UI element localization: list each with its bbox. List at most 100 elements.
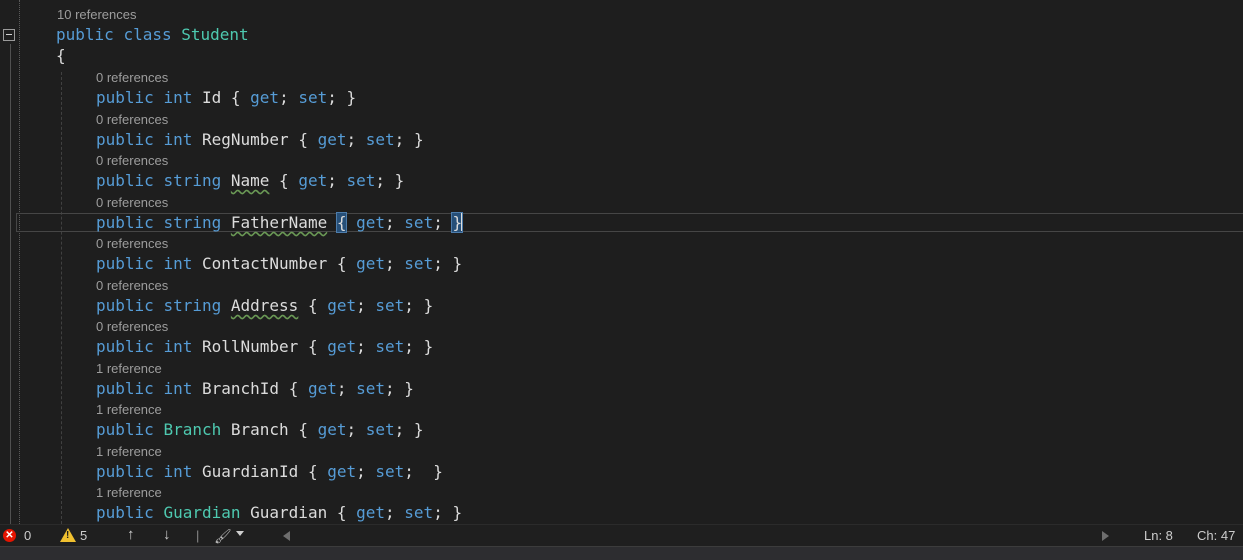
property-type: int <box>163 130 193 149</box>
property-name: Address <box>230 296 299 315</box>
line-indicator[interactable]: Ln: 8 <box>1144 528 1173 543</box>
property-declaration: public Guardian Guardian { get; set; } <box>96 503 462 523</box>
property-accessors: { get; set; } <box>298 130 424 149</box>
property-type: int <box>163 462 193 481</box>
get-accessor: get <box>250 88 280 107</box>
property-name: Guardian <box>250 503 328 522</box>
set-accessor: set <box>346 171 376 190</box>
keyword: class <box>123 25 172 44</box>
property-name: GuardianId <box>201 462 299 481</box>
text-caret <box>461 213 464 231</box>
property-accessors: { get; set; } <box>230 88 357 107</box>
access-modifier: public <box>96 213 154 232</box>
property-name: BranchId <box>201 379 280 398</box>
property-accessors: { get; set; } <box>307 462 443 481</box>
collapse-toggle-icon[interactable] <box>3 29 15 41</box>
property-declaration: public int BranchId { get; set; } <box>96 379 414 399</box>
property-accessors: { get; set; } <box>279 171 405 190</box>
get-accessor: get <box>327 337 357 356</box>
property-type: Guardian <box>163 503 241 522</box>
previous-issue-arrow-icon[interactable]: ↑ <box>127 526 135 543</box>
member-codelens[interactable]: 1 reference <box>96 444 162 459</box>
keyword: public <box>56 25 114 44</box>
access-modifier: public <box>96 379 154 398</box>
property-declaration: public int Id { get; set; } <box>96 88 356 108</box>
set-accessor: set <box>375 337 405 356</box>
code-editor[interactable]: 10 references public class Student { 0 r… <box>0 0 1243 524</box>
access-modifier: public <box>96 254 154 273</box>
warning-icon[interactable] <box>60 528 76 542</box>
member-codelens[interactable]: 0 references <box>96 236 168 251</box>
property-name: Id <box>201 88 222 107</box>
access-modifier: public <box>96 171 154 190</box>
char-indicator[interactable]: Ch: 47 <box>1197 528 1235 543</box>
access-modifier: public <box>96 130 154 149</box>
property-type: int <box>163 337 193 356</box>
property-name: RollNumber <box>201 337 299 356</box>
chevron-down-icon[interactable] <box>236 531 244 536</box>
code-cleanup-brush-icon[interactable]: 🖌 <box>214 528 232 545</box>
access-modifier: public <box>96 503 154 522</box>
member-codelens[interactable]: 1 reference <box>96 361 162 376</box>
selection-margin <box>19 0 20 524</box>
set-accessor: set <box>375 296 405 315</box>
member-codelens[interactable]: 0 references <box>96 70 168 85</box>
get-accessor: get <box>298 171 328 190</box>
property-declaration: public int GuardianId { get; set; } <box>96 462 443 482</box>
set-accessor: set <box>404 213 434 232</box>
property-name: ContactNumber <box>201 254 328 273</box>
property-accessors: { get; set; } <box>336 503 463 522</box>
property-declaration: public int ContactNumber { get; set; } <box>96 254 462 274</box>
property-accessors: { get; set; } <box>288 379 414 398</box>
get-accessor: get <box>356 213 386 232</box>
property-accessors: { get; set; } <box>307 296 434 315</box>
member-codelens[interactable]: 0 references <box>96 195 168 210</box>
class-declaration: public class Student <box>56 25 249 45</box>
property-type: int <box>163 88 193 107</box>
matched-brace: { <box>335 212 348 233</box>
member-codelens[interactable]: 0 references <box>96 319 168 334</box>
property-accessors: { get; set; } <box>336 254 463 273</box>
property-declaration: public string Name { get; set; } <box>96 171 404 191</box>
property-type: string <box>163 213 222 232</box>
property-declaration: public int RegNumber { get; set; } <box>96 130 424 150</box>
property-type: int <box>163 254 193 273</box>
property-type: string <box>163 296 222 315</box>
warning-count[interactable]: 5 <box>80 528 87 543</box>
error-icon[interactable]: ✕ <box>3 529 16 542</box>
get-accessor: get <box>327 462 357 481</box>
outline-guide <box>10 44 11 524</box>
access-modifier: public <box>96 462 154 481</box>
member-codelens[interactable]: 0 references <box>96 153 168 168</box>
error-count[interactable]: 0 <box>24 528 31 543</box>
property-declaration: public string FatherName { get; set; } <box>96 212 464 233</box>
access-modifier: public <box>96 337 154 356</box>
status-bar: ✕ 0 5 ↑ ↓ | 🖌 Ln: 8 Ch: 47 <box>0 524 1243 546</box>
property-type: Branch <box>163 420 222 439</box>
get-accessor: get <box>356 254 386 273</box>
access-modifier: public <box>96 420 154 439</box>
property-accessors: { get; set; } <box>307 337 434 356</box>
set-accessor: set <box>375 462 405 481</box>
member-codelens[interactable]: 1 reference <box>96 402 162 417</box>
property-name: Name <box>230 171 270 190</box>
set-accessor: set <box>356 379 386 398</box>
member-codelens[interactable]: 1 reference <box>96 485 162 500</box>
open-brace: { <box>56 46 66 65</box>
next-issue-arrow-icon[interactable]: ↓ <box>163 526 171 543</box>
scroll-right-icon[interactable] <box>1102 531 1109 541</box>
bottom-panel-edge <box>0 546 1243 560</box>
member-codelens[interactable]: 0 references <box>96 278 168 293</box>
get-accessor: get <box>317 130 347 149</box>
access-modifier: public <box>96 296 154 315</box>
set-accessor: set <box>365 420 395 439</box>
get-accessor: get <box>307 379 337 398</box>
property-accessors: { get; set; } <box>335 212 464 233</box>
class-codelens[interactable]: 10 references <box>57 7 137 22</box>
set-accessor: set <box>298 88 328 107</box>
member-codelens[interactable]: 0 references <box>96 112 168 127</box>
class-name: Student <box>181 25 249 44</box>
property-accessors: { get; set; } <box>298 420 424 439</box>
scroll-left-icon[interactable] <box>283 531 290 541</box>
property-type: string <box>163 171 222 190</box>
